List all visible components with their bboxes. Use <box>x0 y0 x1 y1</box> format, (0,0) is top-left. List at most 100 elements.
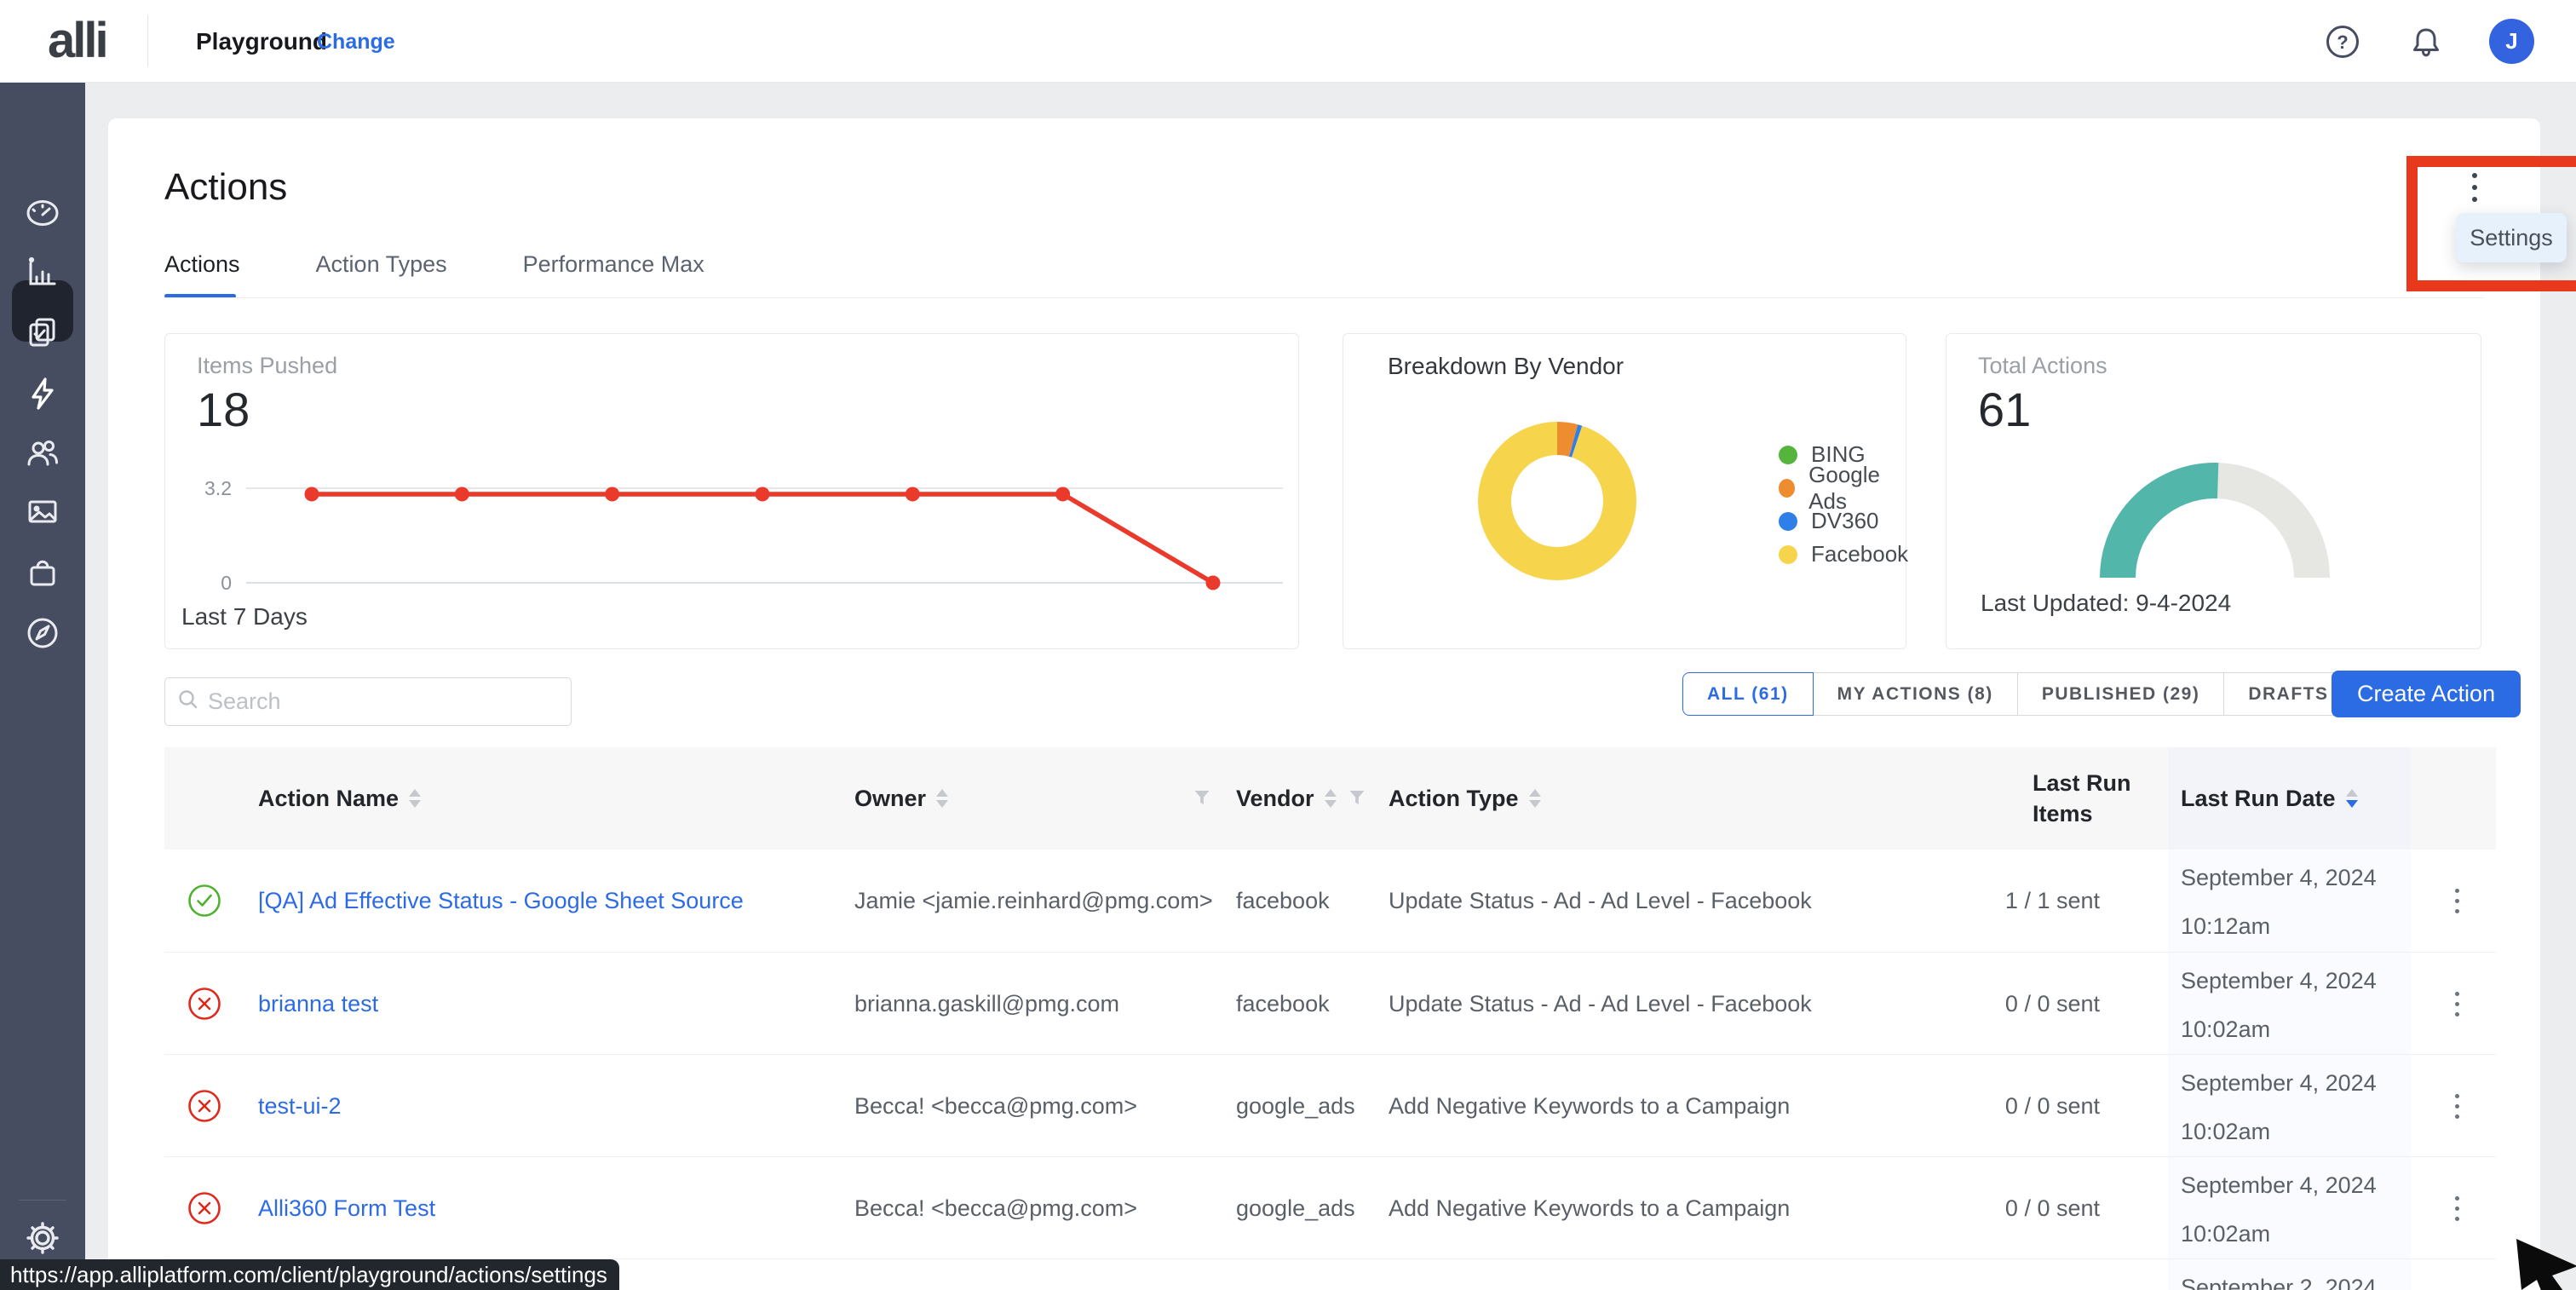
vendor-breakdown-card: Breakdown By Vendor BINGGoogle AdsDV360F… <box>1343 333 1906 649</box>
action-type-cell: Add Negative Keywords to a Campaign <box>1389 1055 1917 1157</box>
actions-filter-group: ALL (61)MY ACTIONS (8)PUBLISHED (29)DRAF… <box>1682 672 2396 716</box>
create-action-button[interactable]: Create Action <box>2332 671 2521 717</box>
alli-logo: alli <box>48 12 106 69</box>
settings-menu-item[interactable]: Settings <box>2456 213 2567 262</box>
last-run-items-cell: 0 / 0 sent <box>1929 1157 2100 1259</box>
items-pushed-line-chart: 3.20 <box>165 334 1300 650</box>
legend-item-google-ads: Google Ads <box>1779 471 1908 504</box>
workspace-name: Playground <box>196 28 327 55</box>
search-input[interactable] <box>208 688 559 715</box>
sidebar-item-settings[interactable] <box>22 1218 63 1258</box>
user-avatar[interactable]: J <box>2489 19 2534 64</box>
filter-funnel-icon[interactable] <box>1348 786 1366 812</box>
last-run-date-cell: September 2, 2024 <box>2168 1259 2411 1290</box>
sidebar-item-dashboard[interactable] <box>22 192 63 233</box>
bell-icon[interactable] <box>2407 23 2445 60</box>
legend-dot-icon <box>1779 479 1795 498</box>
vendor-cell: google_ads <box>1236 1055 1381 1157</box>
filter-funnel-icon[interactable] <box>1193 786 1210 812</box>
action-name-link[interactable]: brianna test <box>258 953 837 1055</box>
page-tabs: Actions Action Types Performance Max <box>164 251 704 278</box>
last-run-items-cell: 1 / 1 sent <box>1929 849 2100 952</box>
main-panel: Actions Settings Actions Action Types Pe… <box>108 118 2540 1290</box>
sidebar-item-audiences[interactable] <box>22 432 63 473</box>
legend-label: DV360 <box>1811 508 1879 534</box>
action-name-link[interactable]: Alli360 Form Test <box>258 1157 837 1259</box>
filter-button-0[interactable]: ALL (61) <box>1682 672 1814 716</box>
column-header-action-name[interactable]: Action Name <box>258 747 421 849</box>
sidebar-divider <box>19 1200 66 1201</box>
action-name-link[interactable]: test-ui-2 <box>258 1055 837 1157</box>
page-more-menu-button[interactable] <box>2463 170 2487 205</box>
items-pushed-card: Items Pushed 18 3.20 Last 7 Days <box>164 333 1299 649</box>
action-name-link[interactable]: [QA] Ad Effective Status - Google Sheet … <box>258 849 837 952</box>
help-circle-icon[interactable]: ? <box>2324 23 2361 60</box>
last-run-items-cell: 0 / 0 sent <box>1929 953 2100 1055</box>
row-more-menu-button[interactable] <box>2440 849 2474 952</box>
column-header-last-run-items: Last Run Items <box>2033 747 2177 849</box>
action-type-cell: Update Status - Ad - Ad Level - Facebook <box>1389 953 1917 1055</box>
sidebar-item-creative[interactable] <box>22 492 63 533</box>
vendor-cell: facebook <box>1236 849 1381 952</box>
sort-carets-icon[interactable] <box>409 789 421 808</box>
last-run-date-cell: September 4, 202410:02am <box>2168 1055 2411 1157</box>
svg-text:0: 0 <box>221 572 232 594</box>
filter-button-2[interactable]: PUBLISHED (29) <box>2017 672 2225 716</box>
legend-dot-icon <box>1779 446 1797 464</box>
column-header-last-run-date[interactable]: Last Run Date <box>2181 747 2358 849</box>
last-run-date-cell: September 4, 202410:02am <box>2168 953 2411 1055</box>
owner-cell: Jamie <jamie.reinhard@pmg.com> <box>854 849 1221 952</box>
sort-carets-icon[interactable] <box>1325 789 1337 808</box>
tab-performance-max[interactable]: Performance Max <box>523 251 704 278</box>
legend-dot-icon <box>1779 512 1797 531</box>
owner-cell: Becca! <becca@pmg.com> <box>854 1157 1221 1259</box>
change-workspace-link[interactable]: Change <box>317 30 395 55</box>
last-updated-text: Last Updated: 9-4-2024 <box>1981 590 2231 617</box>
owner-cell: brianna.gaskill@pmg.com <box>854 953 1221 1055</box>
row-more-menu-button[interactable] <box>2440 953 2474 1055</box>
table-row: brianna testbrianna.gaskill@pmg.comfaceb… <box>164 952 2496 1054</box>
sidebar-item-shop[interactable] <box>22 552 63 593</box>
sort-carets-icon[interactable] <box>936 789 948 808</box>
page-title: Actions <box>164 166 287 209</box>
row-more-menu-button[interactable] <box>2440 1157 2474 1259</box>
sidebar-item-reports[interactable] <box>22 251 63 292</box>
row-more-menu-button[interactable] <box>2440 1055 2474 1157</box>
column-header-vendor[interactable]: Vendor <box>1236 747 1366 849</box>
top-header: alli Playground Change ? J <box>0 0 2576 83</box>
svg-text:3.2: 3.2 <box>204 477 232 499</box>
items-pushed-footer: Last 7 Days <box>181 603 308 631</box>
sidebar-item-actions[interactable] <box>22 373 63 414</box>
legend-item-facebook: Facebook <box>1779 538 1908 571</box>
actions-table: Action Name Owner Vendor Action Type <box>164 747 2496 1290</box>
column-header-owner[interactable]: Owner <box>854 747 1210 849</box>
vendor-cell: google_ads <box>1236 1157 1381 1259</box>
status-error-icon <box>187 1055 224 1157</box>
owner-cell: Becca! <becca@pmg.com> <box>854 1055 1221 1157</box>
left-sidebar <box>0 83 85 1290</box>
column-header-action-type[interactable]: Action Type <box>1389 747 1541 849</box>
legend-label: Google Ads <box>1808 462 1908 515</box>
svg-text:?: ? <box>2337 32 2348 53</box>
table-row: test-ui-2Becca! <becca@pmg.com>google_ad… <box>164 1054 2496 1156</box>
sidebar-item-tasks[interactable] <box>22 312 63 353</box>
app-root: alli Playground Change ? J <box>0 0 2576 1290</box>
table-body: [QA] Ad Effective Status - Google Sheet … <box>164 849 2496 1290</box>
sidebar-item-explore[interactable] <box>22 613 63 654</box>
status-error-icon <box>187 953 224 1055</box>
action-type-cell: Add Negative Keywords to a Campaign <box>1389 1157 1917 1259</box>
last-run-date-cell: September 4, 202410:12am <box>2168 849 2411 952</box>
vendor-legend: BINGGoogle AdsDV360Facebook <box>1779 438 1908 571</box>
last-run-date-cell: September 4, 202410:02am <box>2168 1157 2411 1259</box>
tab-actions[interactable]: Actions <box>164 251 240 278</box>
action-type-cell: Update Status - Ad - Ad Level - Facebook <box>1389 849 1917 952</box>
status-bar-url: https://app.alliplatform.com/client/play… <box>0 1259 619 1290</box>
legend-label: Facebook <box>1811 541 1908 567</box>
table-row: [QA] Ad Effective Status - Google Sheet … <box>164 849 2496 952</box>
sort-carets-icon[interactable] <box>1529 789 1541 808</box>
total-actions-card: Total Actions 61 Last Updated: 9-4-2024 <box>1946 333 2481 649</box>
sort-carets-icon[interactable] <box>2346 789 2358 808</box>
tab-action-types[interactable]: Action Types <box>316 251 447 278</box>
filter-button-1[interactable]: MY ACTIONS (8) <box>1813 672 2018 716</box>
table-row: Alli360 Form TestBecca! <becca@pmg.com>g… <box>164 1156 2496 1258</box>
